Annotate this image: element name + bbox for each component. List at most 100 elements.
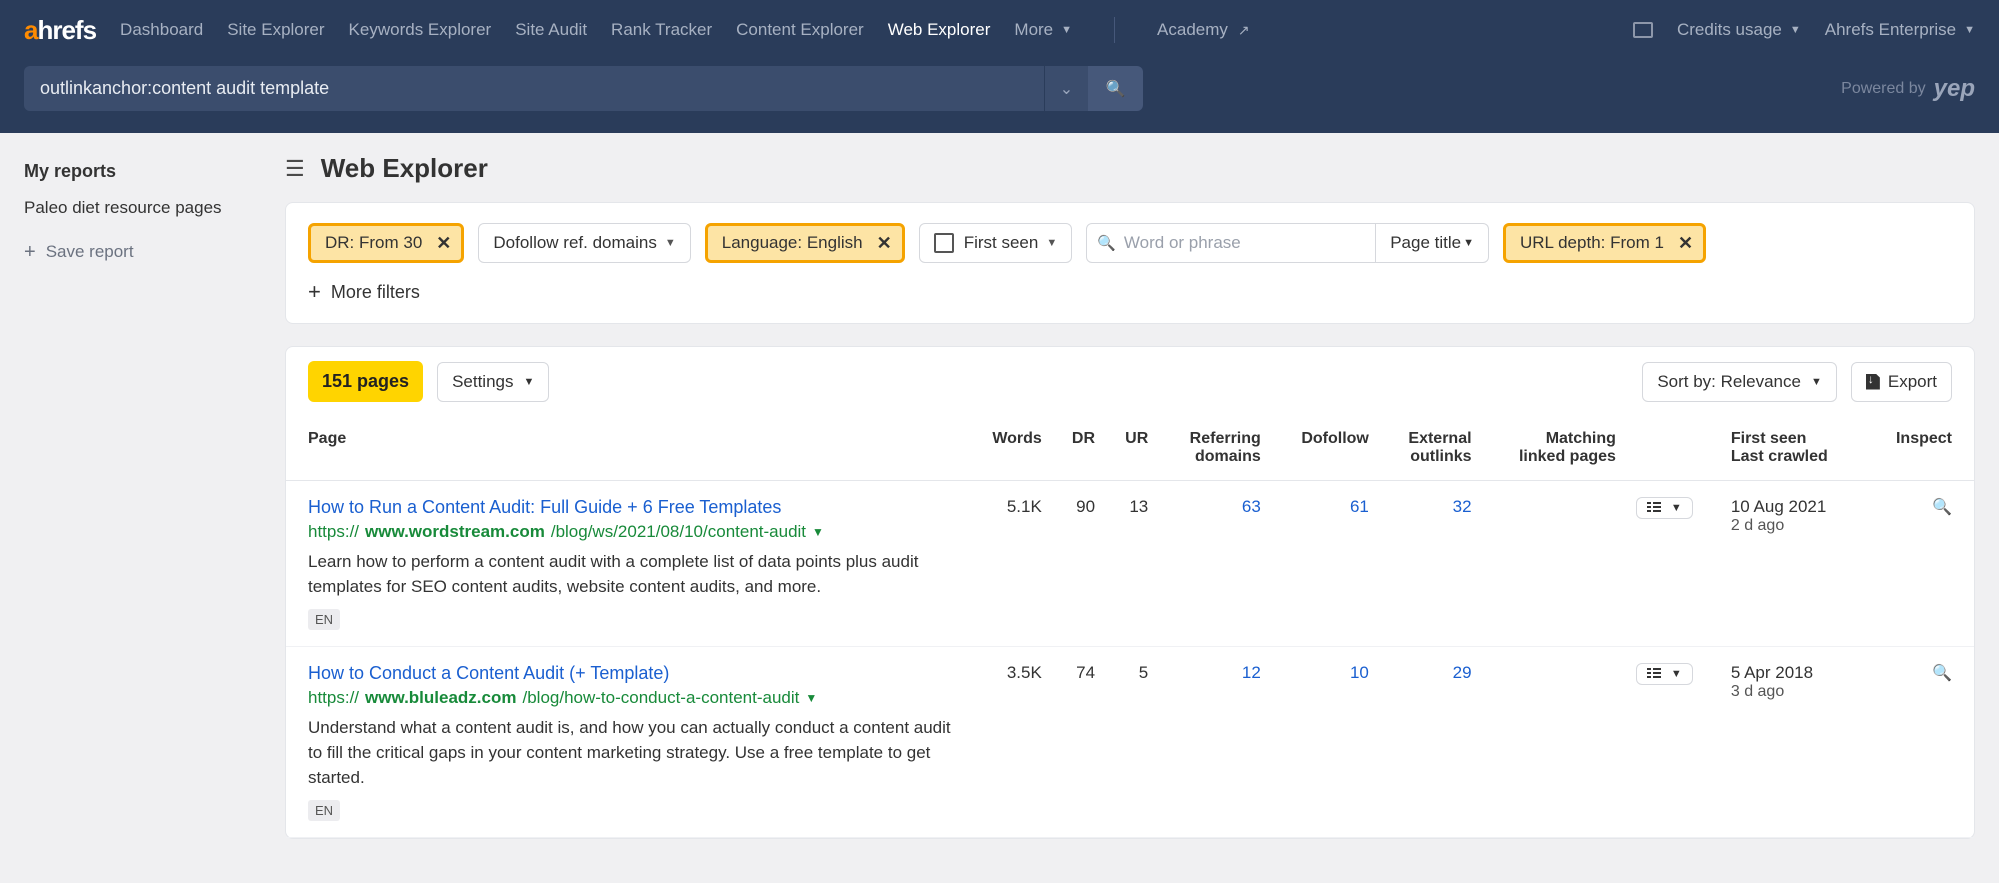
url-dropdown-icon[interactable]: ▼ bbox=[812, 525, 824, 539]
external-link[interactable]: 32 bbox=[1453, 497, 1472, 516]
cell-external: 29 bbox=[1379, 647, 1482, 838]
cell-mlp-btn: ▼ bbox=[1626, 647, 1721, 838]
word-filter-mode[interactable]: Page title ▼ bbox=[1376, 223, 1489, 263]
col-mlp-2: linked pages bbox=[1492, 448, 1616, 466]
results-table: Page Words DR UR Referringdomains Dofoll… bbox=[286, 416, 1974, 838]
close-icon[interactable]: ✕ bbox=[436, 233, 451, 254]
mlp-dropdown-button[interactable]: ▼ bbox=[1636, 663, 1693, 685]
nav-web-explorer[interactable]: Web Explorer bbox=[888, 17, 991, 43]
account-menu[interactable]: Ahrefs Enterprise▼ bbox=[1825, 20, 1975, 40]
export-button[interactable]: Export bbox=[1851, 362, 1952, 402]
sort-button[interactable]: Sort by: Relevance ▼ bbox=[1642, 362, 1837, 402]
account-label: Ahrefs Enterprise bbox=[1825, 20, 1956, 40]
search-input[interactable] bbox=[24, 66, 1044, 111]
filter-url-depth[interactable]: URL depth: From 1 ✕ bbox=[1503, 223, 1706, 263]
nav-site-audit[interactable]: Site Audit bbox=[515, 17, 587, 43]
settings-button[interactable]: Settings ▼ bbox=[437, 362, 549, 402]
col-external-1: External bbox=[1408, 430, 1471, 447]
first-seen-date: 10 Aug 2021 bbox=[1731, 497, 1855, 517]
dofollow-link[interactable]: 10 bbox=[1350, 663, 1369, 682]
col-page[interactable]: Page bbox=[286, 416, 966, 481]
cell-dr: 74 bbox=[1052, 647, 1105, 838]
col-dr[interactable]: DR bbox=[1052, 416, 1105, 481]
inspect-icon[interactable]: 🔍 bbox=[1932, 499, 1952, 516]
cell-page: How to Run a Content Audit: Full Guide +… bbox=[286, 481, 966, 647]
result-title-link[interactable]: How to Run a Content Audit: Full Guide +… bbox=[308, 497, 956, 518]
page-title: Web Explorer bbox=[321, 153, 488, 184]
more-filters-button[interactable]: + More filters bbox=[308, 281, 1952, 303]
external-link[interactable]: 29 bbox=[1453, 663, 1472, 682]
result-title-link[interactable]: How to Conduct a Content Audit (+ Templa… bbox=[308, 663, 956, 684]
filter-url-depth-label: URL depth: From 1 bbox=[1520, 233, 1664, 253]
refdom-link[interactable]: 12 bbox=[1242, 663, 1261, 682]
cell-inspect: 🔍 bbox=[1865, 481, 1974, 647]
last-crawled: 2 d ago bbox=[1731, 517, 1855, 535]
word-filter-field[interactable]: 🔍 bbox=[1086, 223, 1376, 263]
dofollow-link[interactable]: 61 bbox=[1350, 497, 1369, 516]
filter-dr[interactable]: DR: From 30 ✕ bbox=[308, 223, 464, 263]
nav-content-explorer[interactable]: Content Explorer bbox=[736, 17, 864, 43]
search-mode-dropdown[interactable]: ⌄ bbox=[1044, 66, 1088, 111]
col-external[interactable]: Externaloutlinks bbox=[1379, 416, 1482, 481]
col-ur[interactable]: UR bbox=[1105, 416, 1158, 481]
cell-dofollow: 61 bbox=[1271, 481, 1379, 647]
mlp-dropdown-button[interactable]: ▼ bbox=[1636, 497, 1693, 519]
col-dofollow[interactable]: Dofollow bbox=[1271, 416, 1379, 481]
cell-dates: 10 Aug 2021 2 d ago bbox=[1721, 481, 1865, 647]
result-url[interactable]: https://www.wordstream.com/blog/ws/2021/… bbox=[308, 522, 956, 542]
result-description: Learn how to perform a content audit wit… bbox=[308, 550, 956, 599]
settings-label: Settings bbox=[452, 372, 513, 392]
logo[interactable]: ahrefs bbox=[24, 15, 96, 46]
inspect-icon[interactable]: 🔍 bbox=[1932, 665, 1952, 682]
list-icon bbox=[1647, 502, 1663, 514]
close-icon[interactable]: ✕ bbox=[877, 233, 892, 254]
url-domain: www.bluleadz.com bbox=[365, 688, 516, 708]
url-dropdown-icon[interactable]: ▼ bbox=[805, 691, 817, 705]
export-label: Export bbox=[1888, 372, 1937, 392]
device-icon[interactable] bbox=[1633, 22, 1653, 38]
nav-more[interactable]: More▼ bbox=[1014, 17, 1072, 43]
hamburger-icon[interactable]: ☰ bbox=[285, 156, 305, 182]
col-mlp-btn bbox=[1626, 416, 1721, 481]
results-header-right: Sort by: Relevance ▼ Export bbox=[1642, 362, 1952, 402]
nav-academy[interactable]: Academy bbox=[1157, 17, 1250, 43]
cell-page: How to Conduct a Content Audit (+ Templa… bbox=[286, 647, 966, 838]
nav-site-explorer[interactable]: Site Explorer bbox=[227, 17, 324, 43]
nav-rank-tracker[interactable]: Rank Tracker bbox=[611, 17, 712, 43]
search-row: ⌄ 🔍 Powered by yep bbox=[0, 60, 1999, 133]
last-crawled: 3 d ago bbox=[1731, 683, 1855, 701]
refdom-link[interactable]: 63 bbox=[1242, 497, 1261, 516]
content: ☰ Web Explorer DR: From 30 ✕ Dofollow re… bbox=[285, 133, 1999, 839]
close-icon[interactable]: ✕ bbox=[1678, 233, 1693, 254]
filter-first-seen[interactable]: First seen ▼ bbox=[919, 223, 1073, 263]
export-icon bbox=[1866, 374, 1880, 390]
col-mlp[interactable]: Matchinglinked pages bbox=[1482, 416, 1626, 481]
search-button[interactable]: 🔍 bbox=[1088, 66, 1143, 111]
url-proto: https:// bbox=[308, 522, 359, 542]
nav-keywords-explorer[interactable]: Keywords Explorer bbox=[349, 17, 492, 43]
filter-dofollow-refdomains[interactable]: Dofollow ref. domains ▼ bbox=[478, 223, 690, 263]
result-url[interactable]: https://www.bluleadz.com/blog/how-to-con… bbox=[308, 688, 956, 708]
cell-words: 3.5K bbox=[966, 647, 1052, 838]
cell-inspect: 🔍 bbox=[1865, 647, 1974, 838]
logo-a: a bbox=[24, 15, 37, 45]
save-report-button[interactable]: + Save report bbox=[24, 242, 261, 262]
credits-usage[interactable]: Credits usage▼ bbox=[1677, 20, 1801, 40]
cell-mlp-btn: ▼ bbox=[1626, 481, 1721, 647]
cell-dofollow: 10 bbox=[1271, 647, 1379, 838]
col-fs-1: First seen bbox=[1731, 430, 1807, 447]
col-words[interactable]: Words bbox=[966, 416, 1052, 481]
caret-down-icon: ▼ bbox=[1811, 376, 1822, 388]
filter-row: DR: From 30 ✕ Dofollow ref. domains ▼ La… bbox=[308, 223, 1952, 263]
main: My reports Paleo diet resource pages + S… bbox=[0, 133, 1999, 839]
sidebar-report-link[interactable]: Paleo diet resource pages bbox=[24, 198, 261, 218]
filter-first-seen-label: First seen bbox=[964, 233, 1039, 253]
filter-language[interactable]: Language: English ✕ bbox=[705, 223, 905, 263]
col-refdom[interactable]: Referringdomains bbox=[1158, 416, 1271, 481]
word-filter-input[interactable] bbox=[1124, 233, 1365, 253]
col-firstseen[interactable]: First seenLast crawled bbox=[1721, 416, 1865, 481]
nav-right: Credits usage▼ Ahrefs Enterprise▼ bbox=[1633, 20, 1975, 40]
nav-dashboard[interactable]: Dashboard bbox=[120, 17, 203, 43]
caret-down-icon: ▼ bbox=[1790, 24, 1801, 36]
cell-dates: 5 Apr 2018 3 d ago bbox=[1721, 647, 1865, 838]
